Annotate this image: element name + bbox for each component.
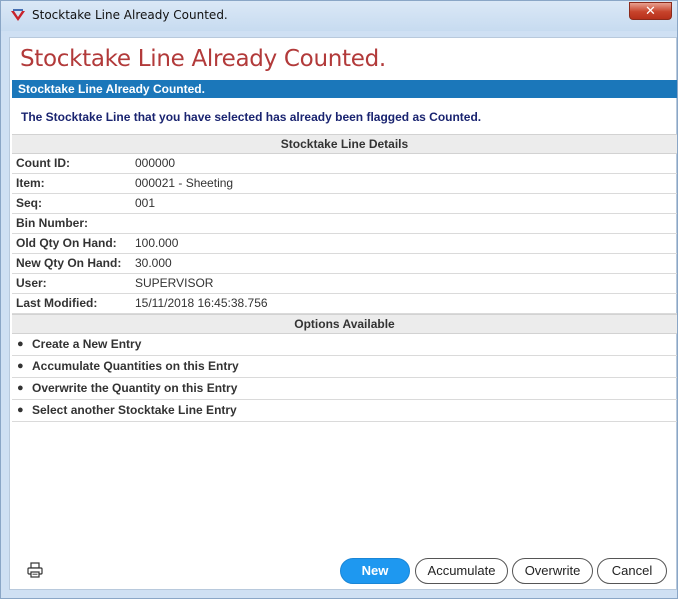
new-button[interactable]: New [340,558,410,584]
detail-label: Seq: [16,196,43,210]
option-text: Overwrite the Quantity on this Entry [32,381,238,395]
dialog-window: Stocktake Line Already Counted. ✕ Stockt… [0,0,678,599]
details-header: Stocktake Line Details [12,134,677,154]
bullet-icon: ● [17,404,24,416]
overwrite-button[interactable]: Overwrite [512,558,593,584]
option-text: Accumulate Quantities on this Entry [32,359,239,373]
accumulate-button[interactable]: Accumulate [415,558,508,584]
detail-value: 000000 [135,156,176,170]
detail-row-bin-number: Bin Number: [12,214,677,234]
detail-row-count-id: Count ID: 000000 [12,154,677,174]
dialog-body: Stocktake Line Already Counted. Stocktak… [9,37,677,590]
detail-value: 15/11/2018 16:45:38.756 [135,296,268,310]
printer-icon[interactable] [26,561,44,579]
detail-value: 100.000 [135,236,179,250]
message-text: The Stocktake Line that you have selecte… [21,110,482,124]
bullet-icon: ● [17,382,24,394]
option-accumulate: ● Accumulate Quantities on this Entry [12,356,677,378]
detail-value: 000021 - Sheeting [135,176,234,190]
title-bar[interactable]: Stocktake Line Already Counted. ✕ [1,1,677,31]
detail-row-last-modified: Last Modified: 15/11/2018 16:45:38.756 [12,294,677,314]
window-title: Stocktake Line Already Counted. [32,8,228,22]
option-select-another: ● Select another Stocktake Line Entry [12,400,677,422]
options-header: Options Available [12,314,677,334]
banner: Stocktake Line Already Counted. [12,80,677,98]
close-button[interactable]: ✕ [629,2,672,20]
cancel-button[interactable]: Cancel [597,558,667,584]
details-panel: Stocktake Line Details Count ID: 000000 … [12,134,677,422]
detail-row-old-qty: Old Qty On Hand: 100.000 [12,234,677,254]
detail-row-seq: Seq: 001 [12,194,677,214]
detail-value: 30.000 [135,256,172,270]
option-text: Select another Stocktake Line Entry [32,403,237,417]
detail-value: 001 [135,196,156,210]
detail-label: Item: [16,176,45,190]
detail-label: New Qty On Hand: [16,256,122,270]
bullet-icon: ● [17,360,24,372]
detail-row-item: Item: 000021 - Sheeting [12,174,677,194]
detail-label: Bin Number: [16,216,88,230]
detail-label: Count ID: [16,156,70,170]
option-text: Create a New Entry [32,337,142,351]
detail-value: SUPERVISOR [135,276,214,290]
detail-label: Old Qty On Hand: [16,236,117,250]
detail-label: User: [16,276,47,290]
detail-row-new-qty: New Qty On Hand: 30.000 [12,254,677,274]
app-logo-icon [11,9,25,21]
detail-label: Last Modified: [16,296,98,310]
detail-row-user: User: SUPERVISOR [12,274,677,294]
option-create-new: ● Create a New Entry [12,334,677,356]
page-title: Stocktake Line Already Counted. [20,46,386,72]
option-overwrite: ● Overwrite the Quantity on this Entry [12,378,677,400]
bullet-icon: ● [17,338,24,350]
